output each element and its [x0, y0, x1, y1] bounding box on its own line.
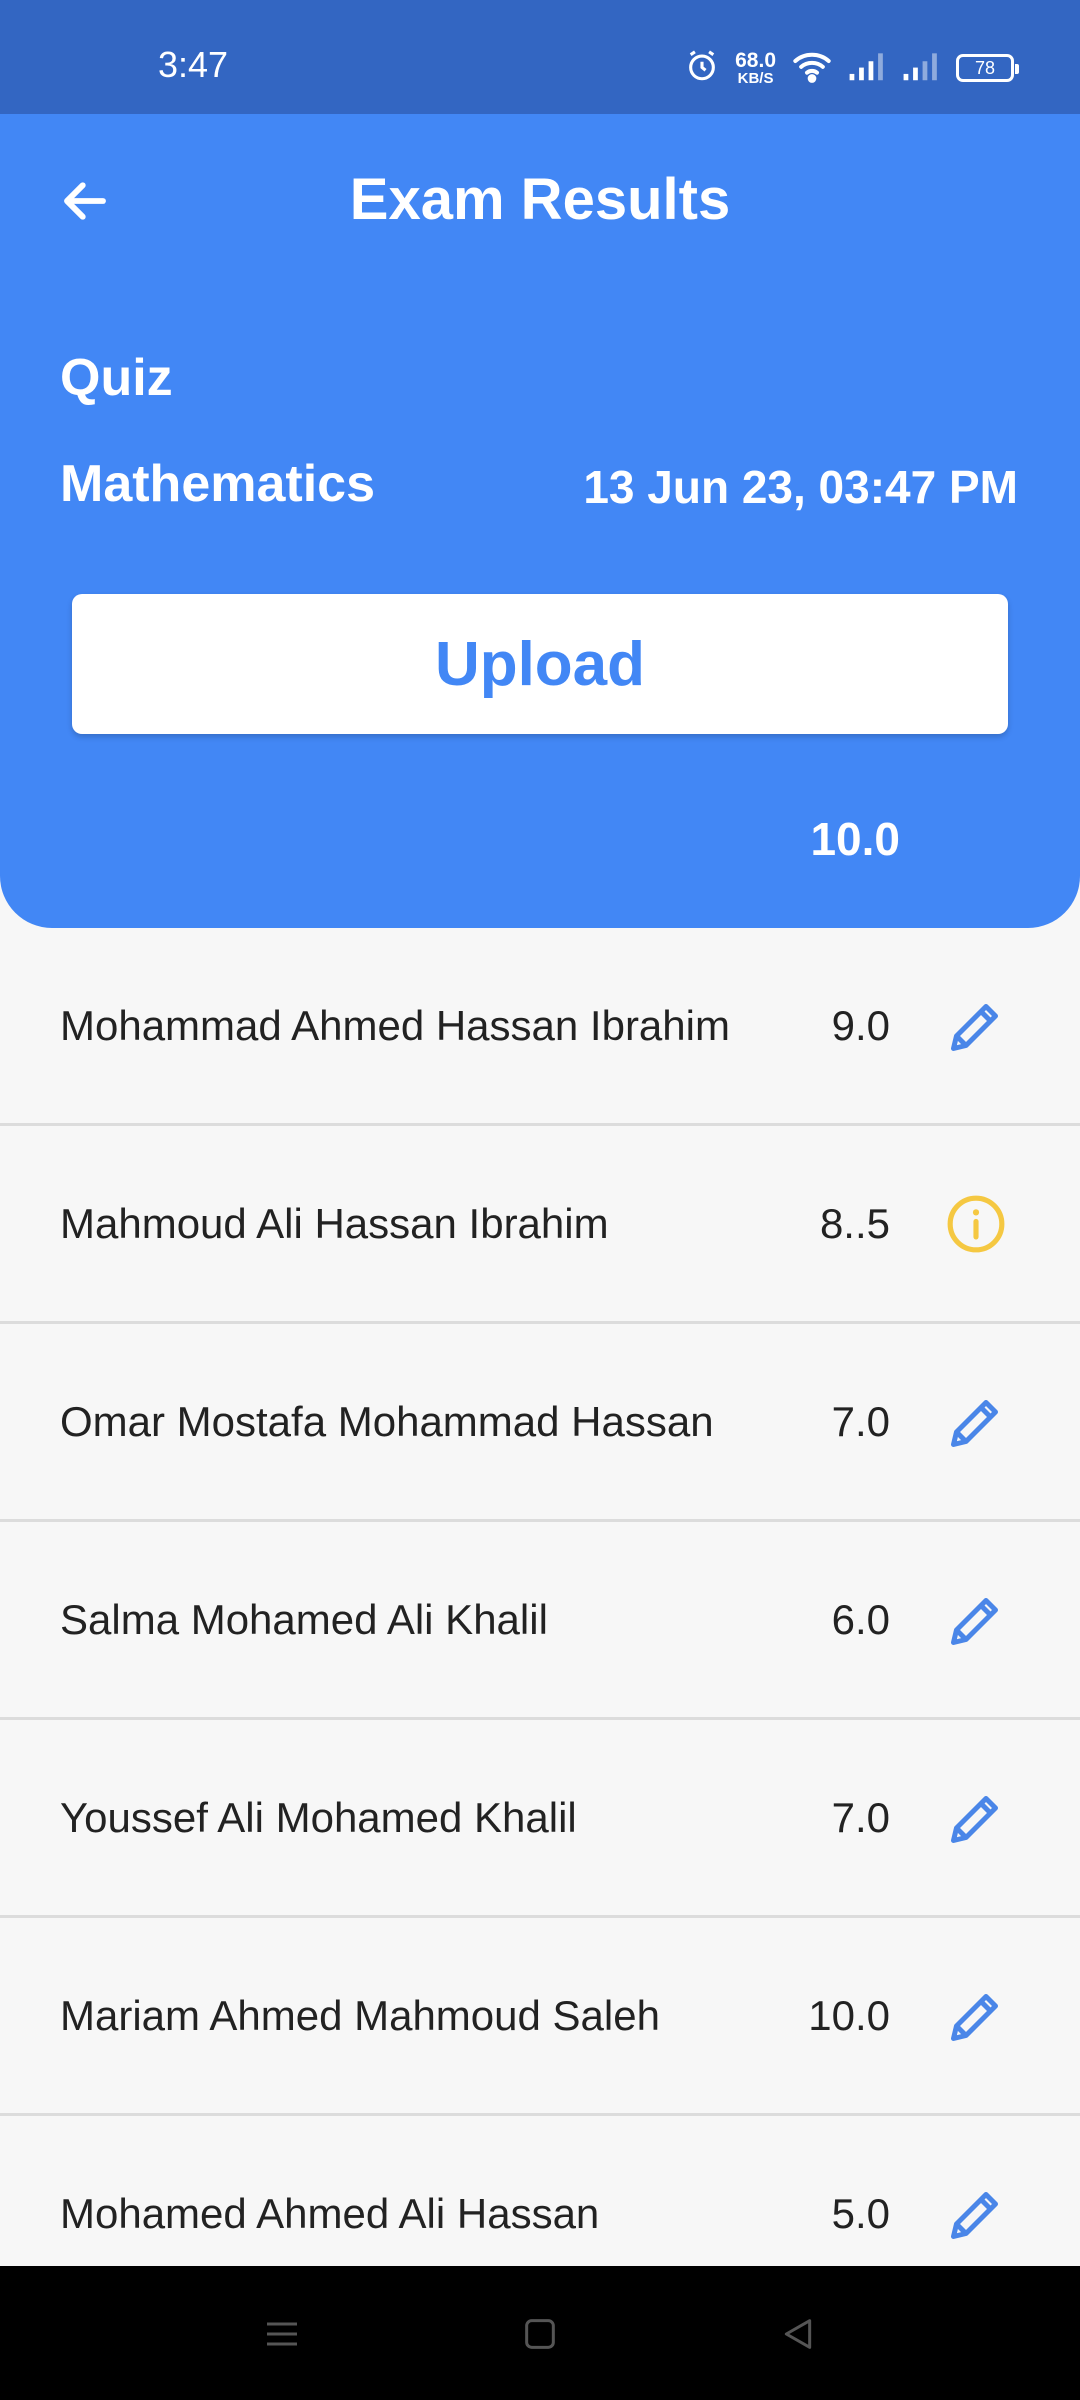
menu-icon: [262, 2314, 302, 2359]
status-time: 3:47: [158, 44, 229, 85]
info-icon[interactable]: [942, 1190, 1010, 1258]
triangle-back-icon: [778, 2314, 818, 2359]
student-score: 7.0: [831, 1397, 890, 1445]
student-score: 9.0: [831, 1001, 890, 1049]
exam-type: Quiz: [60, 349, 173, 407]
edit-icon[interactable]: [942, 1784, 1010, 1852]
status-bar: 3:47 68.0 KB/S 78: [0, 0, 1080, 114]
alarm-icon: [685, 49, 719, 88]
back-nav-button[interactable]: [768, 2306, 828, 2366]
net-speed-value: 68.0: [735, 49, 776, 72]
net-speed-unit: KB/S: [737, 70, 774, 87]
exam-header: Exam Results Quiz Mathematics 13 Jun 23,…: [0, 114, 1080, 928]
student-name: Youssef Ali Mohamed Khalil: [60, 1793, 577, 1841]
system-nav-bar: [0, 2266, 1080, 2400]
edit-icon[interactable]: [942, 992, 1010, 1060]
edit-icon[interactable]: [942, 1586, 1010, 1654]
battery-icon: 78: [956, 54, 1019, 82]
list-item: Mohamed Ahmed Ali Hassan 5.0: [0, 2116, 1080, 2266]
list-item: Mahmoud Ali Hassan Ibrahim 8..5: [0, 1126, 1080, 1324]
student-score: 8..5: [819, 1199, 890, 1247]
signal-icon: [848, 50, 886, 87]
results-list: Mohammad Ahmed Hassan Ibrahim 9.0 Mahmou…: [0, 928, 1080, 2266]
student-name: Salma Mohamed Ali Khalil: [60, 1595, 548, 1643]
student-score: 7.0: [831, 1793, 890, 1841]
square-icon: [520, 2314, 560, 2359]
student-score: 6.0: [831, 1595, 890, 1643]
list-item: Salma Mohamed Ali Khalil 6.0: [0, 1522, 1080, 1720]
list-item: Youssef Ali Mohamed Khalil 7.0: [0, 1720, 1080, 1918]
exam-datetime: 13 Jun 23, 03:47 PM: [583, 461, 1018, 513]
exam-subject: Mathematics: [60, 455, 375, 513]
list-item: Omar Mostafa Mohammad Hassan 7.0: [0, 1324, 1080, 1522]
list-item: Mohammad Ahmed Hassan Ibrahim 9.0: [0, 928, 1080, 1126]
student-name: Mahmoud Ali Hassan Ibrahim: [60, 1199, 609, 1247]
battery-level: 78: [974, 57, 996, 78]
recent-apps-button[interactable]: [252, 2306, 312, 2366]
status-icons: 68.0 KB/S 78: [685, 48, 1019, 88]
student-name: Mohamed Ahmed Ali Hassan: [60, 2189, 600, 2237]
home-button[interactable]: [510, 2306, 570, 2366]
net-speed: 68.0 KB/S: [735, 50, 776, 86]
student-score: 10.0: [808, 1991, 890, 2039]
edit-icon[interactable]: [942, 2180, 1010, 2248]
student-name: Mohammad Ahmed Hassan Ibrahim: [60, 1001, 730, 1049]
max-score: 10.0: [810, 813, 900, 865]
page-title: Exam Results: [349, 167, 731, 232]
signal-icon: [902, 50, 940, 87]
wifi-icon: [792, 49, 832, 88]
edit-icon[interactable]: [942, 1388, 1010, 1456]
upload-button[interactable]: Upload: [72, 594, 1008, 734]
student-name: Omar Mostafa Mohammad Hassan: [60, 1397, 714, 1445]
student-name: Mariam Ahmed Mahmoud Saleh: [60, 1991, 660, 2039]
edit-icon[interactable]: [942, 1982, 1010, 2050]
student-score: 5.0: [831, 2189, 890, 2237]
list-item: Mariam Ahmed Mahmoud Saleh 10.0: [0, 1918, 1080, 2116]
